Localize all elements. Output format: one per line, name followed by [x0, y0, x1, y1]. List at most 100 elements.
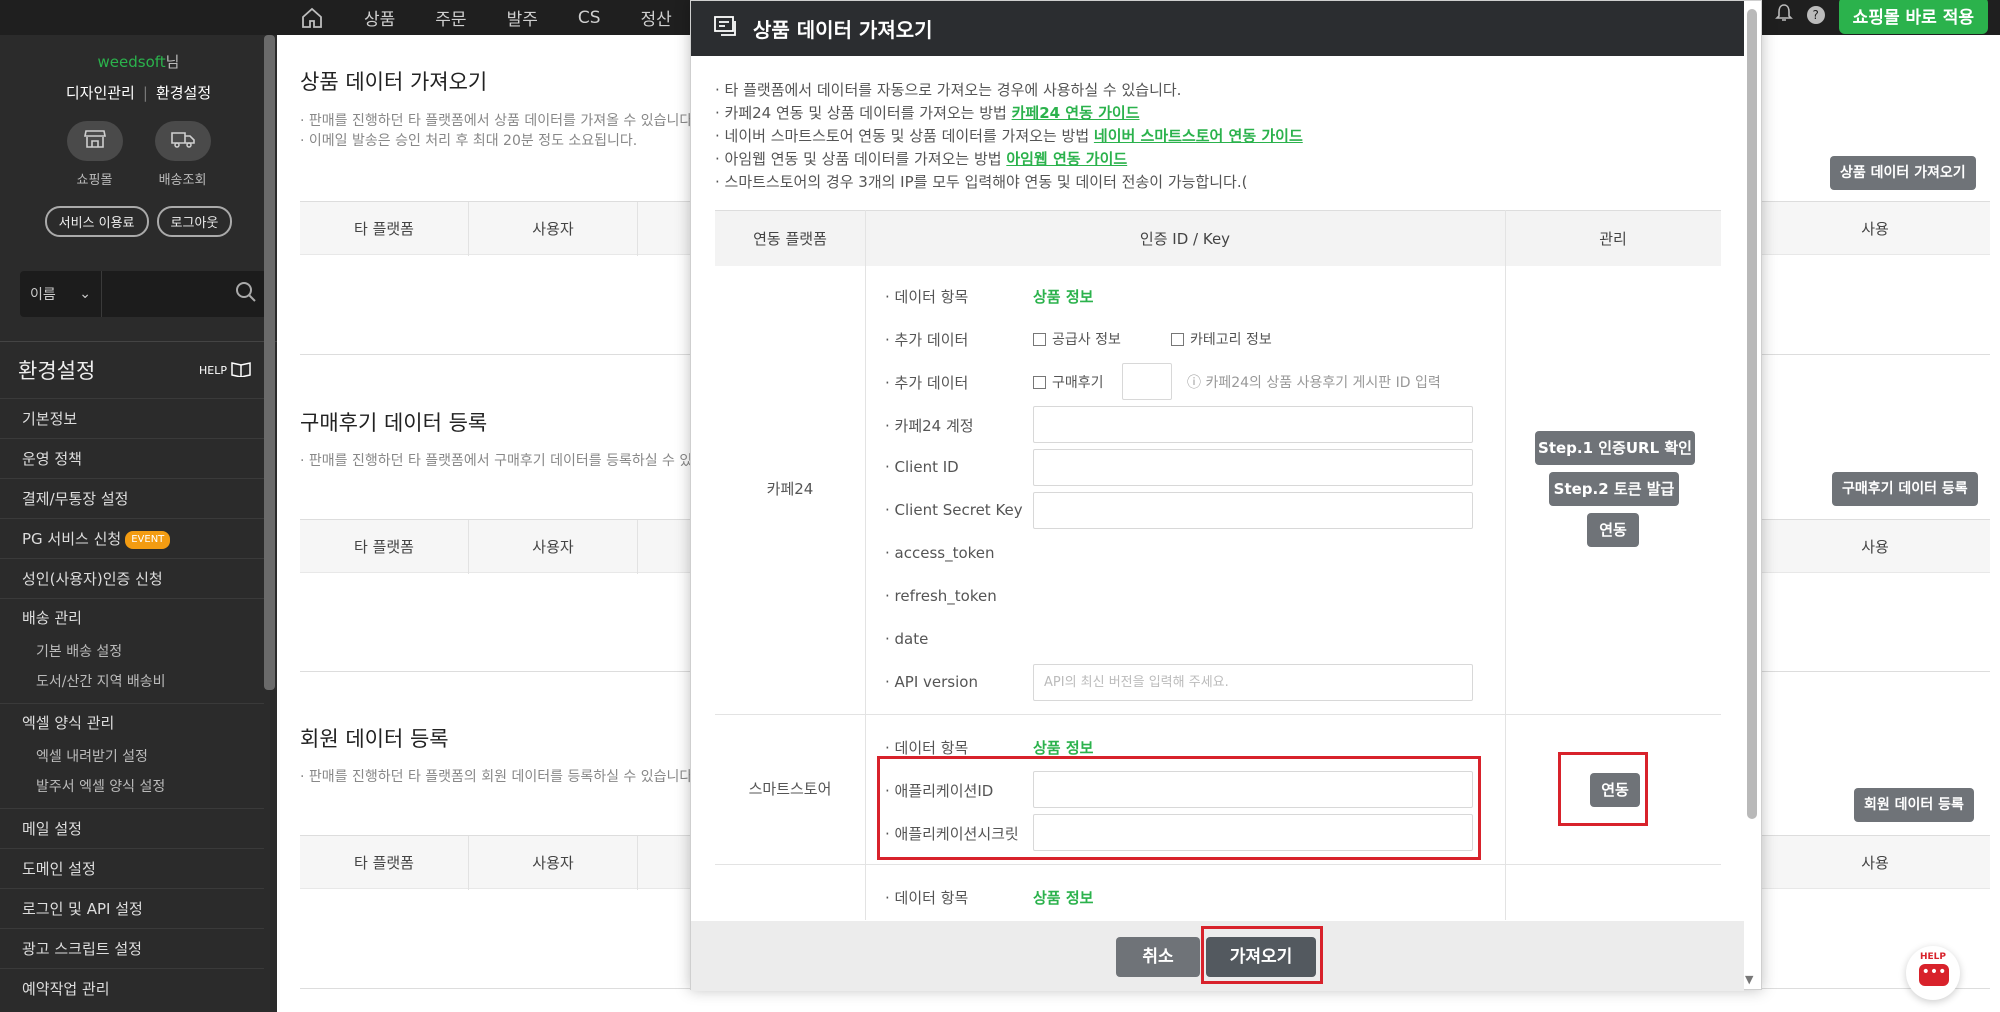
home-icon[interactable]: [300, 6, 324, 30]
book-icon: [231, 361, 251, 380]
help-question-icon[interactable]: ?: [1806, 6, 1825, 24]
product-import-button[interactable]: 상품 데이터 가져오기: [1830, 156, 1976, 190]
menu-pg[interactable]: PG 서비스 신청 EVENT: [0, 518, 264, 558]
top-nav-item-settlement[interactable]: 정산: [641, 5, 672, 30]
col-platform: 타 플랫폼: [300, 202, 469, 256]
section-desc-product-2: · 이메일 발송은 승인 처리 후 최대 20분 정도 소요됩니다.: [300, 133, 638, 149]
menu-adult-auth[interactable]: 성인(사용자)인증 신청: [0, 558, 264, 598]
top-nav-item-purchase[interactable]: 발주: [507, 5, 538, 30]
step2-token-button[interactable]: Step.2 토큰 발급: [1549, 472, 1679, 506]
row-divider: [715, 714, 1721, 715]
supplier-checkbox[interactable]: 공급사 정보: [1033, 329, 1121, 349]
section-title-review: 구매후기 데이터 등록: [300, 411, 488, 435]
account-pills: 서비스 이용료 로그아웃: [0, 206, 277, 237]
supplier-label: 공급사 정보: [1052, 332, 1121, 348]
sidebar-help[interactable]: HELP: [199, 361, 251, 380]
window-icon: [713, 15, 739, 42]
menu-basic-info[interactable]: 기본정보: [0, 398, 264, 438]
sidebar-section-title: 환경설정: [18, 359, 96, 383]
menu-mail[interactable]: 메일 설정: [0, 808, 264, 848]
sidebar-section-header: 환경설정 HELP: [0, 342, 277, 398]
modal-scrollbar[interactable]: [1747, 9, 1757, 819]
cafe24-account-input[interactable]: [1033, 406, 1473, 443]
user-name: weedsoft: [97, 53, 166, 71]
imweb-guide-link[interactable]: 아임웹 연동 가이드: [1006, 150, 1127, 168]
menu-excel[interactable]: 엑셀 양식 관리: [0, 704, 264, 742]
cancel-button[interactable]: 취소: [1116, 937, 1200, 977]
col-user: 사용자: [469, 202, 638, 256]
label-refresh-token: · refresh_token: [885, 587, 997, 605]
category-checkbox[interactable]: 카테고리 정보: [1171, 329, 1272, 349]
quick-mall-label: 쇼핑몰: [76, 173, 113, 188]
menu-pg-label: PG 서비스 신청: [22, 530, 122, 548]
checkbox-box[interactable]: [1033, 375, 1046, 389]
smartstore-guide-link[interactable]: 네이버 스마트스토어 연동 가이드: [1094, 127, 1303, 145]
row-divider: [715, 864, 1721, 865]
menu-delivery-basic[interactable]: 기본 배송 설정: [0, 637, 264, 667]
col-use: 사용: [1861, 538, 1889, 556]
menu-policy[interactable]: 운영 정책: [0, 438, 264, 478]
service-fee-button[interactable]: 서비스 이용료: [44, 206, 149, 237]
col-use: 사용: [1861, 220, 1889, 238]
data-items-value: 상품 정보: [1033, 288, 1094, 306]
review-register-button[interactable]: 구매후기 데이터 등록: [1832, 472, 1978, 506]
logout-button[interactable]: 로그아웃: [156, 206, 233, 237]
search-icon[interactable]: [235, 281, 257, 307]
review-board-id-input[interactable]: [1122, 363, 1172, 400]
scroll-down-icon[interactable]: ▼: [1745, 973, 1753, 986]
menu-reserve[interactable]: 예약작업 관리: [0, 968, 264, 1008]
api-version-input[interactable]: API의 최신 버전을 입력해 주세요.: [1033, 664, 1473, 701]
search-type-select[interactable]: 이름 ⌄: [20, 271, 102, 317]
checkbox-box[interactable]: [1033, 332, 1046, 346]
menu-delivery-island[interactable]: 도서/산간 지역 배송비: [0, 667, 264, 697]
client-secret-input[interactable]: [1033, 492, 1473, 529]
search-type-value: 이름: [30, 287, 56, 303]
note-3-text: · 네이버 스마트스토어 연동 및 상품 데이터를 가져오는 방법: [715, 127, 1094, 145]
note-4: · 아임웹 연동 및 상품 데이터를 가져오는 방법 아임웹 연동 가이드: [715, 148, 1303, 171]
client-id-input[interactable]: [1033, 449, 1473, 486]
highlight-box: [1558, 752, 1648, 826]
member-register-button[interactable]: 회원 데이터 등록: [1854, 788, 1974, 822]
data-items-value: 상품 정보: [1033, 739, 1094, 757]
th-manage: 관리: [1599, 230, 1627, 248]
menu-login-api[interactable]: 로그인 및 API 설정: [0, 888, 264, 928]
review-checkbox[interactable]: 구매후기: [1033, 372, 1104, 392]
user-suffix: 님: [165, 53, 180, 71]
label-access-token: · access_token: [885, 544, 995, 562]
quick-mall[interactable]: 쇼핑몰: [66, 121, 123, 188]
modal-header: 상품 데이터 가져오기: [691, 1, 1744, 56]
sidebar-scrollbar[interactable]: [264, 35, 275, 690]
settings-link[interactable]: 환경설정: [156, 84, 211, 102]
design-manage-link[interactable]: 디자인관리: [66, 84, 135, 102]
top-nav-item-product[interactable]: 상품: [364, 5, 395, 30]
menu-excel-order[interactable]: 발주서 엑셀 양식 설정: [0, 772, 264, 802]
quick-links: 쇼핑몰 배송조회: [0, 121, 277, 188]
th-key: 인증 ID / Key: [1139, 230, 1231, 248]
menu-domain[interactable]: 도메인 설정: [0, 848, 264, 888]
menu-delivery[interactable]: 배송 관리: [0, 599, 264, 637]
chevron-down-icon: ⌄: [79, 286, 91, 302]
menu-excel-download[interactable]: 엑셀 내려받기 설정: [0, 742, 264, 772]
note-3: · 네이버 스마트스토어 연동 및 상품 데이터를 가져오는 방법 네이버 스마…: [715, 125, 1303, 148]
help-chat-button[interactable]: HELP •••: [1906, 946, 1960, 1000]
menu-excel-group: 엑셀 양식 관리 엑셀 내려받기 설정 발주서 엑셀 양식 설정: [0, 703, 264, 808]
checkbox-box[interactable]: [1171, 332, 1184, 346]
apply-to-mall-button[interactable]: 쇼핑몰 바로 적용: [1838, 0, 1988, 34]
user-info: weedsoft님: [0, 35, 277, 72]
chat-bubble-icon: •••: [1919, 964, 1949, 986]
bell-icon[interactable]: [1774, 3, 1793, 27]
menu-payment[interactable]: 결제/무통장 설정: [0, 478, 264, 518]
top-nav-item-cs[interactable]: CS: [578, 8, 601, 28]
user-links: 디자인관리 | 환경설정: [65, 84, 212, 102]
label-extra-data: · 추가 데이터: [885, 374, 969, 392]
menu-ad-script[interactable]: 광고 스크립트 설정: [0, 928, 264, 968]
cafe24-guide-link[interactable]: 카페24 연동 가이드: [1012, 104, 1140, 122]
cafe24-link-button[interactable]: 연동: [1587, 513, 1639, 547]
quick-delivery[interactable]: 배송조회: [154, 121, 211, 188]
top-nav: 상품 주문 발주 CS 정산: [300, 0, 672, 35]
step1-auth-url-button[interactable]: Step.1 인증URL 확인: [1535, 431, 1695, 465]
label-data-items: · 데이터 항목: [885, 288, 969, 306]
top-nav-item-order[interactable]: 주문: [435, 5, 466, 30]
note-2: · 카페24 연동 및 상품 데이터를 가져오는 방법 카페24 연동 가이드: [715, 102, 1303, 125]
import-modal: 상품 데이터 가져오기 ▼ · 타 플랫폼에서 데이터를 자동으로 가져오는 경…: [690, 0, 1762, 991]
